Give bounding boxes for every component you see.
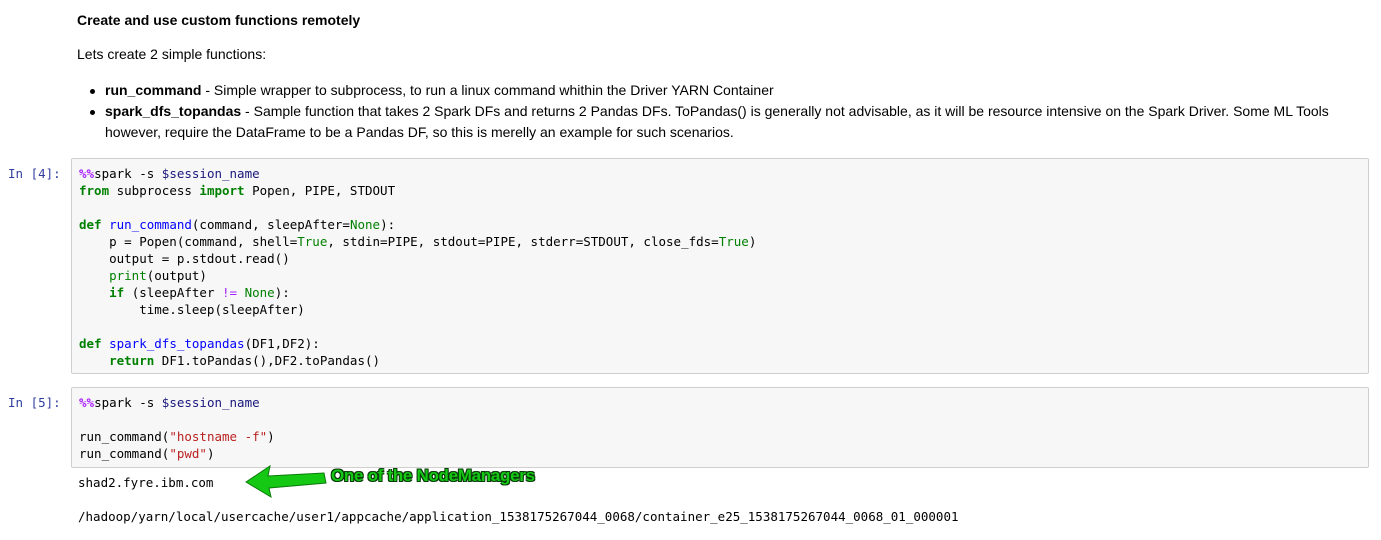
function-name: run_command <box>105 82 202 98</box>
code-editor[interactable]: %%spark -s $session_name from subprocess… <box>79 165 756 369</box>
cell-prompt: In [5]: <box>8 395 61 410</box>
code-editor[interactable]: %%spark -s $session_name run_command("ho… <box>79 394 275 462</box>
bullet-icon <box>90 89 95 94</box>
arrow-icon <box>245 464 327 498</box>
code-cell[interactable]: %%spark -s $session_name from subprocess… <box>71 158 1369 374</box>
list-item: run_command - Simple wrapper to subproce… <box>77 80 1347 101</box>
cell-prompt: In [4]: <box>8 166 61 181</box>
output-path: /hadoop/yarn/local/usercache/user1/appca… <box>78 509 959 524</box>
list-item: spark_dfs_topandas - Sample function tha… <box>77 101 1347 143</box>
function-desc: - Sample function that takes 2 Spark DFs… <box>105 103 1329 140</box>
bullet-icon <box>90 110 95 115</box>
code-cell[interactable]: %%spark -s $session_name run_command("ho… <box>71 387 1369 468</box>
function-list: run_command - Simple wrapper to subproce… <box>77 80 1347 143</box>
function-name: spark_dfs_topandas <box>105 103 242 119</box>
annotation-label: One of the NodeManagers <box>331 466 535 485</box>
intro-text: Lets create 2 simple functions: <box>77 46 267 62</box>
output-hostname: shad2.fyre.ibm.com <box>78 475 214 490</box>
function-desc: - Simple wrapper to subprocess, to run a… <box>201 82 774 98</box>
section-heading: Create and use custom functions remotely <box>77 12 361 28</box>
